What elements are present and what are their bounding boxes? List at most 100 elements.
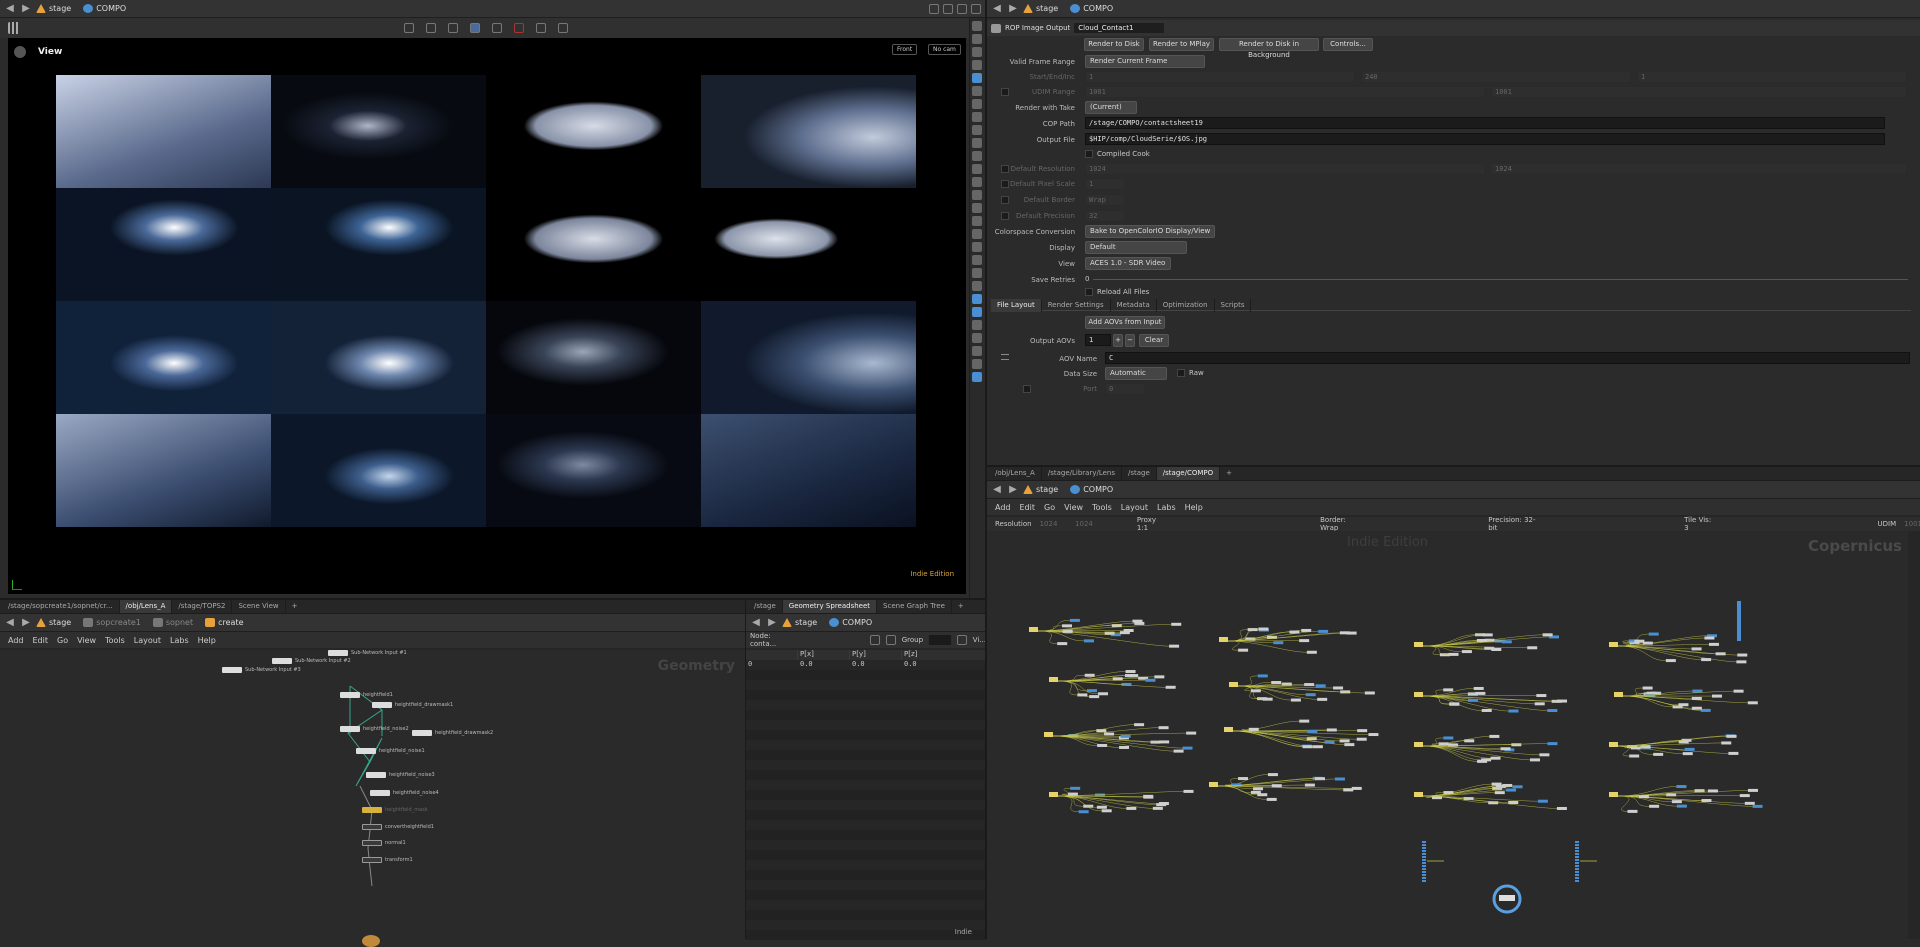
cop-network-canvas[interactable]: Indie Edition Copernicus <box>987 531 1908 939</box>
sidebar-tool-icon[interactable] <box>972 216 982 226</box>
forward-icon[interactable]: ▶ <box>1007 3 1019 14</box>
crumb-stage[interactable]: stage <box>782 618 817 627</box>
cop-node[interactable] <box>1105 632 1115 635</box>
render-to-mplay-button[interactable]: Render to MPlay <box>1149 38 1214 51</box>
stop-icon[interactable] <box>514 23 524 33</box>
cop-node[interactable] <box>1098 692 1108 695</box>
cop-node[interactable] <box>1474 687 1484 690</box>
add-aovs-button[interactable]: Add AOVs from Input <box>1085 316 1165 329</box>
sidebar-tool-icon[interactable] <box>972 242 982 252</box>
front-view-menu[interactable]: Front <box>892 44 917 55</box>
cop-node[interactable] <box>1502 640 1512 643</box>
crumb-sopnet[interactable]: sopnet <box>153 618 193 627</box>
precision-label[interactable]: Precision: 32-bit <box>1488 516 1540 532</box>
tab-metadata[interactable]: Metadata <box>1111 299 1157 312</box>
pixel-scale-field[interactable]: 1 <box>1085 178 1125 190</box>
viewport[interactable]: View Front No cam Indie Edition <box>8 38 966 594</box>
cop-node[interactable] <box>1491 648 1501 651</box>
menu-view[interactable]: View <box>1064 503 1083 512</box>
node-name-field[interactable]: Cloud_Contact1 <box>1074 23 1164 33</box>
cop-node[interactable] <box>1676 785 1686 788</box>
add-tab-icon[interactable]: + <box>1220 467 1238 480</box>
cop-node[interactable] <box>1357 729 1367 732</box>
cop-node[interactable] <box>1547 742 1557 745</box>
cop-node[interactable] <box>1029 627 1038 632</box>
cop-node[interactable] <box>1184 790 1194 793</box>
crumb-stage[interactable]: stage <box>1023 485 1058 494</box>
cop-node[interactable] <box>1547 709 1557 712</box>
network-node[interactable] <box>340 692 360 698</box>
select-tool-icon[interactable] <box>404 23 414 33</box>
cop-node[interactable] <box>1159 802 1169 805</box>
tab-scene-graph-tree[interactable]: Scene Graph Tree <box>877 600 952 613</box>
group-field[interactable] <box>929 635 951 645</box>
cop-node[interactable] <box>1317 698 1327 701</box>
border-label[interactable]: Border: Wrap <box>1320 516 1362 532</box>
cop-node[interactable] <box>1527 646 1537 649</box>
sidebar-tool-icon[interactable] <box>972 21 982 31</box>
cop-node[interactable] <box>1273 641 1283 644</box>
output-node-icon[interactable] <box>362 935 380 947</box>
cop-node[interactable] <box>1301 629 1311 632</box>
cop-node[interactable] <box>1097 806 1107 809</box>
cop-node[interactable] <box>1271 681 1281 684</box>
cop-node[interactable] <box>1482 709 1492 712</box>
cop-node[interactable] <box>1251 689 1261 692</box>
cop-node[interactable] <box>1104 733 1114 736</box>
cop-node[interactable] <box>1289 631 1299 634</box>
record-icon[interactable] <box>492 23 502 33</box>
cop-node[interactable] <box>1575 871 1579 873</box>
cop-node[interactable] <box>1477 639 1487 642</box>
menu-view[interactable]: View <box>77 636 96 645</box>
cop-node[interactable] <box>1639 795 1649 798</box>
cop-node[interactable] <box>1557 807 1567 810</box>
clear-button[interactable]: Clear <box>1139 334 1169 347</box>
cop-node[interactable] <box>1575 844 1579 846</box>
cop-node[interactable] <box>1614 692 1623 697</box>
cop-node[interactable] <box>1721 741 1731 744</box>
cop-node[interactable] <box>1701 658 1711 661</box>
cop-node[interactable] <box>1272 784 1282 787</box>
cop-node[interactable] <box>1422 880 1426 882</box>
cop-node[interactable] <box>1462 650 1472 653</box>
network-node[interactable] <box>362 840 382 846</box>
network-node[interactable] <box>356 748 376 754</box>
cop-node[interactable] <box>1708 789 1718 792</box>
cop-node[interactable] <box>1313 745 1323 748</box>
colorspace-menu[interactable]: Bake to OpenColorIO Display/View <box>1085 225 1215 238</box>
cop-node[interactable] <box>1126 807 1136 810</box>
cop-node[interactable] <box>1530 758 1540 761</box>
cop-node[interactable] <box>1449 653 1459 656</box>
precision-menu[interactable]: 32 <box>1085 210 1125 222</box>
cop-node[interactable] <box>1049 792 1058 797</box>
cop-node[interactable] <box>1268 773 1278 776</box>
menu-go[interactable]: Go <box>1044 503 1055 512</box>
controls-button[interactable]: Controls... <box>1323 38 1373 51</box>
sidebar-tool-icon[interactable] <box>972 112 982 122</box>
settings-icon[interactable] <box>536 23 546 33</box>
cop-node[interactable] <box>1443 688 1453 691</box>
prims-icon[interactable] <box>886 635 896 645</box>
menu-edit[interactable]: Edit <box>1020 503 1036 512</box>
cop-node[interactable] <box>1318 630 1328 633</box>
crumb-create[interactable]: create <box>205 618 243 627</box>
cop-node[interactable] <box>1414 642 1423 647</box>
cop-node[interactable] <box>1340 739 1350 742</box>
sidebar-tool-icon[interactable] <box>972 99 982 109</box>
cop-node[interactable] <box>1159 726 1169 729</box>
tab-render-settings[interactable]: Render Settings <box>1042 299 1111 312</box>
sidebar-tool-icon[interactable] <box>972 229 982 239</box>
remove-aov-icon[interactable]: − <box>1125 334 1135 347</box>
sidebar-tool-icon[interactable] <box>972 320 982 330</box>
tab-file-layout[interactable]: File Layout <box>991 299 1042 312</box>
network-node[interactable] <box>366 772 386 778</box>
view-label[interactable]: Vi... <box>973 636 986 644</box>
network-node[interactable] <box>362 857 382 863</box>
cop-node[interactable] <box>1535 702 1545 705</box>
cop-node[interactable] <box>1728 752 1738 755</box>
cop-node[interactable] <box>1087 689 1097 692</box>
cop-node[interactable] <box>1477 760 1487 763</box>
camera-icon[interactable] <box>558 23 568 33</box>
raw-checkbox[interactable] <box>1177 369 1185 377</box>
res-width-field[interactable]: 1024 <box>1085 163 1485 175</box>
